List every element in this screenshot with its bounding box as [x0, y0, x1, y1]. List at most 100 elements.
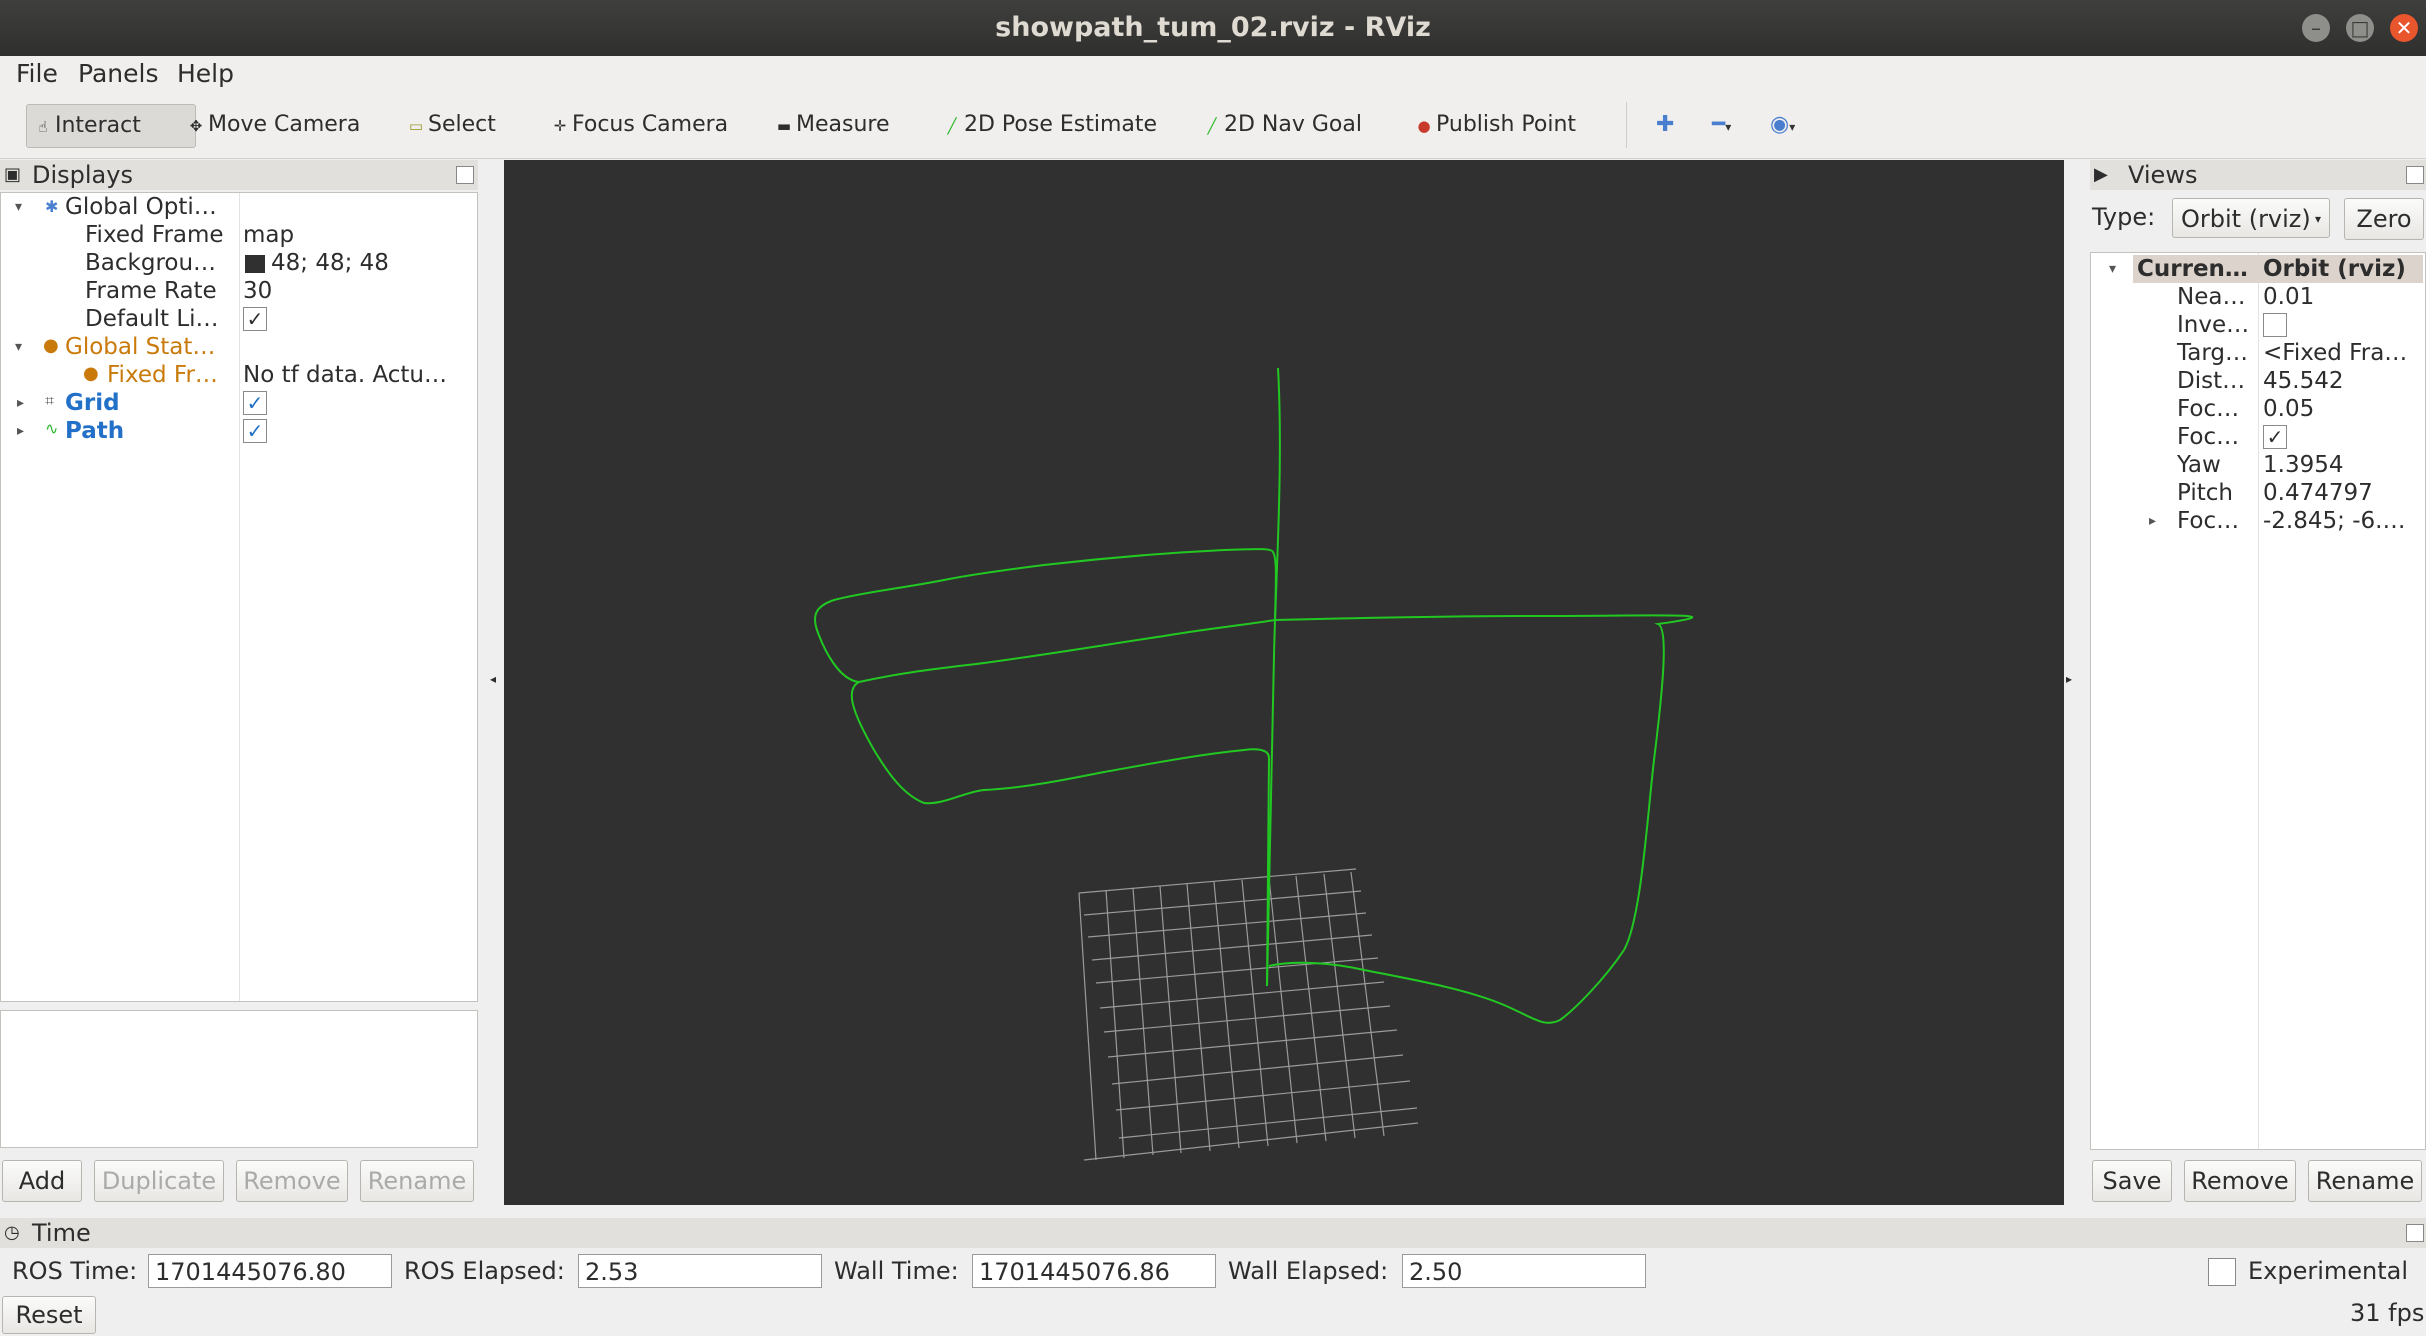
ros-time-label: ROS Time:: [12, 1257, 138, 1285]
current-view-name: Curren…: [2137, 256, 2248, 282]
fps-readout: 31 fps: [2350, 1299, 2425, 1327]
tool-publish-point[interactable]: ● Publish Point: [1408, 104, 1584, 146]
menu-help[interactable]: Help: [177, 56, 234, 92]
tool-interact[interactable]: ☝ Interact: [26, 104, 196, 148]
remove-view-button[interactable]: Remove: [2184, 1160, 2296, 1202]
fixed-frame-value[interactable]: map: [243, 221, 294, 249]
time-title: Time: [32, 1219, 91, 1247]
time-float-button[interactable]: [2406, 1224, 2424, 1242]
views-title: Views: [2128, 161, 2198, 189]
background-label: Backgrou…: [85, 250, 217, 276]
target-frame-value[interactable]: <Fixed Fra…: [2263, 339, 2407, 367]
nav-arrow-icon: ╱: [1207, 117, 1217, 135]
frame-rate-label: Frame Rate: [85, 278, 217, 304]
pitch-label: Pitch: [2177, 480, 2233, 506]
wall-time-field[interactable]: 1701445076.86: [972, 1254, 1216, 1288]
view-type-dropdown[interactable]: Orbit (rviz) ▾: [2172, 198, 2330, 238]
add-display-button[interactable]: Add: [2, 1160, 82, 1202]
focal-shape-fixed-checkbox[interactable]: ✓: [2263, 425, 2287, 449]
expand-arrow-icon[interactable]: ▾: [15, 199, 22, 215]
global-options-item[interactable]: Global Opti…: [65, 193, 217, 221]
collapse-arrow-icon[interactable]: ▸: [17, 423, 24, 439]
near-clip-value[interactable]: 0.01: [2263, 283, 2314, 311]
collapse-arrow-icon[interactable]: ▸: [17, 395, 24, 411]
pitch-value[interactable]: 0.474797: [2263, 479, 2373, 507]
menu-bar: File Panels Help: [0, 56, 2426, 92]
maximize-button[interactable]: □: [2346, 14, 2374, 42]
tool-move-camera[interactable]: ✥ Move Camera: [180, 104, 368, 146]
window-title: showpath_tum_02.rviz - RViz: [995, 12, 1431, 43]
displays-tree: ▾ ✱ Global Opti… Fixed Frame map Backgro…: [0, 192, 478, 1002]
grid-display-item[interactable]: Grid: [65, 389, 120, 417]
default-light-checkbox[interactable]: ✓: [243, 307, 267, 331]
path-display-item[interactable]: Path: [65, 417, 124, 445]
tool-focus-camera[interactable]: ✛ Focus Camera: [544, 104, 736, 146]
save-view-button[interactable]: Save: [2092, 1160, 2172, 1202]
fixed-frame-status-value: No tf data. Actu…: [243, 362, 448, 388]
focal-shape-size-value[interactable]: 0.05: [2263, 395, 2314, 423]
ros-elapsed-label: ROS Elapsed:: [404, 1257, 565, 1285]
grid-enabled-checkbox[interactable]: ✓: [243, 391, 267, 415]
view-properties-tree: ▾ Curren… Orbit (rviz) Nea… 0.01 Inve… T…: [2090, 252, 2426, 1150]
target-frame-label: Targ…: [2177, 340, 2248, 366]
gear-icon: ✱: [45, 197, 59, 216]
time-panel-header: ◷ Time: [0, 1218, 2426, 1248]
background-value[interactable]: 48; 48; 48: [271, 249, 389, 277]
yaw-value[interactable]: 1.3954: [2263, 451, 2343, 479]
distance-label: Dist…: [2177, 368, 2246, 394]
focal-point-label: Foc…: [2177, 508, 2240, 534]
reset-button[interactable]: Reset: [2, 1296, 96, 1334]
add-tool-icon[interactable]: ✚: [1648, 104, 1682, 146]
tool-2d-nav-goal[interactable]: ╱ 2D Nav Goal: [1196, 104, 1370, 146]
invert-z-checkbox[interactable]: [2263, 313, 2287, 337]
close-button[interactable]: ✕: [2390, 14, 2418, 42]
warning-icon: ●: [83, 363, 99, 384]
focal-shape-size-label: Foc…: [2177, 396, 2240, 422]
trajectory-path: [814, 367, 1694, 1024]
menu-file[interactable]: File: [16, 56, 58, 92]
tool-properties-icon[interactable]: ◉▾: [1762, 104, 1803, 146]
global-status-item[interactable]: Global Stat…: [65, 333, 215, 361]
frame-rate-value[interactable]: 30: [243, 277, 272, 305]
distance-value[interactable]: 45.542: [2263, 367, 2343, 395]
expand-arrow-icon[interactable]: ▾: [2109, 261, 2116, 277]
duplicate-display-button[interactable]: Duplicate: [94, 1160, 224, 1202]
menu-panels[interactable]: Panels: [78, 56, 158, 92]
rename-view-button[interactable]: Rename: [2308, 1160, 2422, 1202]
tool-measure[interactable]: ▬ Measure: [768, 104, 898, 146]
path-enabled-checkbox[interactable]: ✓: [243, 419, 267, 443]
view-type-label: Type:: [2092, 203, 2156, 231]
zero-view-button[interactable]: Zero: [2344, 198, 2424, 240]
wall-elapsed-field[interactable]: 2.50: [1402, 1254, 1646, 1288]
tool-select[interactable]: ▭ Select: [400, 104, 504, 146]
collapse-arrow-icon[interactable]: ▸: [2149, 513, 2156, 529]
experimental-checkbox[interactable]: [2208, 1258, 2236, 1286]
left-splitter-arrow-icon[interactable]: ◂: [490, 672, 496, 686]
fixed-frame-label: Fixed Frame: [85, 222, 224, 248]
background-color-swatch[interactable]: [245, 255, 265, 273]
minimize-button[interactable]: –: [2302, 14, 2330, 42]
ros-elapsed-field[interactable]: 2.53: [578, 1254, 822, 1288]
wall-elapsed-label: Wall Elapsed:: [1228, 1257, 1389, 1285]
remove-tool-icon[interactable]: ━▾: [1704, 104, 1739, 146]
clock-icon: ◷: [4, 1222, 20, 1243]
tool-2d-pose-estimate[interactable]: ╱ 2D Pose Estimate: [936, 104, 1165, 146]
remove-display-button[interactable]: Remove: [236, 1160, 348, 1202]
views-panel-header: ▶ Views: [2090, 160, 2426, 190]
ros-time-field[interactable]: 1701445076.80: [148, 1254, 392, 1288]
focal-point-value[interactable]: -2.845; -6.…: [2263, 507, 2405, 535]
yaw-label: Yaw: [2177, 452, 2221, 478]
right-splitter-arrow-icon[interactable]: ▸: [2066, 672, 2072, 686]
viewport-scene: [814, 367, 1694, 1161]
3d-render-viewport[interactable]: [504, 160, 2064, 1205]
invert-z-label: Inve…: [2177, 312, 2250, 338]
warning-icon: ●: [43, 335, 59, 356]
hand-icon: ☝: [38, 118, 48, 136]
column-divider: [239, 193, 240, 1001]
current-view-type: Orbit (rviz): [2263, 256, 2406, 282]
displays-float-button[interactable]: [456, 166, 474, 184]
pose-arrow-icon: ╱: [947, 117, 957, 135]
rename-display-button[interactable]: Rename: [360, 1160, 474, 1202]
views-float-button[interactable]: [2406, 166, 2424, 184]
expand-arrow-icon[interactable]: ▾: [15, 339, 22, 355]
